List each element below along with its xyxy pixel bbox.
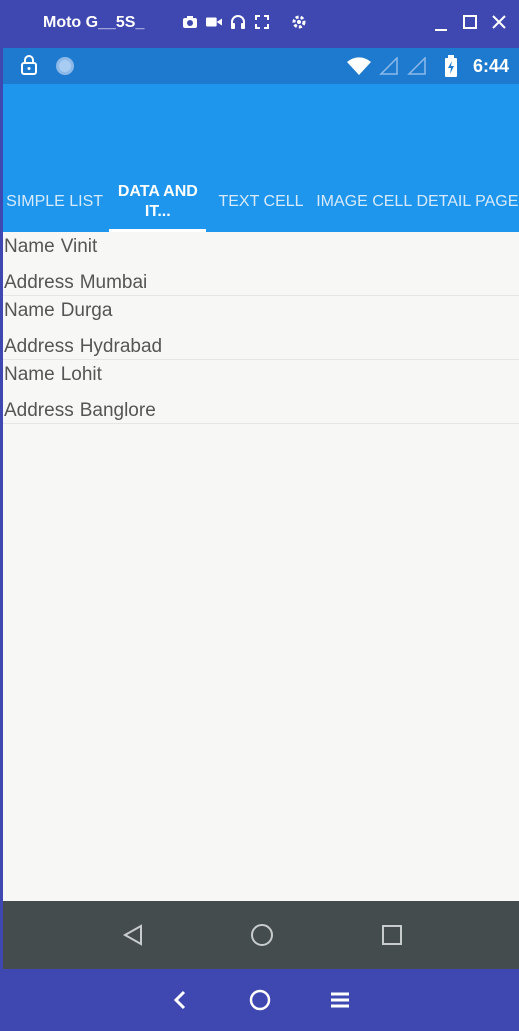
list-item[interactable]: Name Lohit Address Banglore	[3, 360, 519, 424]
emulator-tools	[182, 14, 270, 30]
list-item[interactable]: Name Durga Address Hydrabad	[3, 296, 519, 360]
tab-simple-list[interactable]: SIMPLE LIST	[3, 172, 106, 232]
chevron-back-icon[interactable]	[168, 988, 192, 1012]
recents-square-icon[interactable]	[380, 923, 404, 947]
name-label: Name	[4, 364, 55, 385]
signal-empty-icon	[379, 56, 399, 80]
emulator-host-bar	[0, 969, 519, 1031]
list-view[interactable]: Name Vinit Address Mumbai Name Durga Addres…	[3, 232, 519, 901]
name-value: Durga	[60, 300, 113, 321]
address-value: Banglore	[79, 400, 156, 421]
camera-icon[interactable]	[182, 14, 198, 30]
fullscreen-icon[interactable]	[254, 14, 270, 30]
name-label: Name	[4, 236, 55, 257]
minimize-icon[interactable]	[433, 14, 451, 32]
tab-strip: SIMPLE LIST DATA AND IT... TEXT CELL IMA…	[3, 172, 519, 232]
name-value: Vinit	[60, 236, 98, 257]
name-label: Name	[4, 300, 55, 321]
tab-image-cell[interactable]: IMAGE CELL	[313, 172, 416, 232]
settings-gear-icon[interactable]	[291, 14, 307, 30]
signal-empty-icon-2	[407, 56, 427, 80]
notification-circle-icon	[55, 56, 75, 81]
headphones-icon[interactable]	[230, 14, 246, 30]
name-value: Lohit	[60, 364, 102, 385]
wifi-icon	[346, 56, 372, 81]
address-label: Address	[4, 400, 74, 421]
tab-detail-page[interactable]: DETAIL PAGE	[416, 172, 519, 232]
tab-text-cell[interactable]: TEXT CELL	[209, 172, 312, 232]
home-icon[interactable]	[248, 988, 272, 1012]
menu-icon[interactable]	[328, 988, 352, 1012]
video-icon[interactable]	[206, 14, 222, 30]
back-triangle-icon[interactable]	[121, 923, 145, 947]
tab-data-and-items[interactable]: DATA AND IT...	[106, 172, 209, 232]
lock-icon	[20, 55, 38, 80]
android-status-bar: 6:44	[3, 48, 519, 84]
address-label: Address	[4, 336, 74, 357]
address-value: Mumbai	[79, 272, 148, 293]
address-value: Hydrabad	[79, 336, 163, 357]
emulator-titlebar: Moto G__5S_	[0, 0, 519, 48]
home-circle-icon[interactable]	[250, 923, 274, 947]
status-time: 6:44	[472, 56, 509, 76]
close-icon[interactable]	[491, 14, 509, 32]
battery-charging-icon	[444, 55, 458, 82]
app-bar: SIMPLE LIST DATA AND IT... TEXT CELL IMA…	[3, 84, 519, 232]
list-item[interactable]: Name Vinit Address Mumbai	[3, 232, 519, 296]
android-nav-bar	[3, 901, 519, 969]
address-label: Address	[4, 272, 74, 293]
maximize-icon[interactable]	[462, 14, 480, 32]
window-title: Moto G__5S_	[43, 14, 145, 31]
